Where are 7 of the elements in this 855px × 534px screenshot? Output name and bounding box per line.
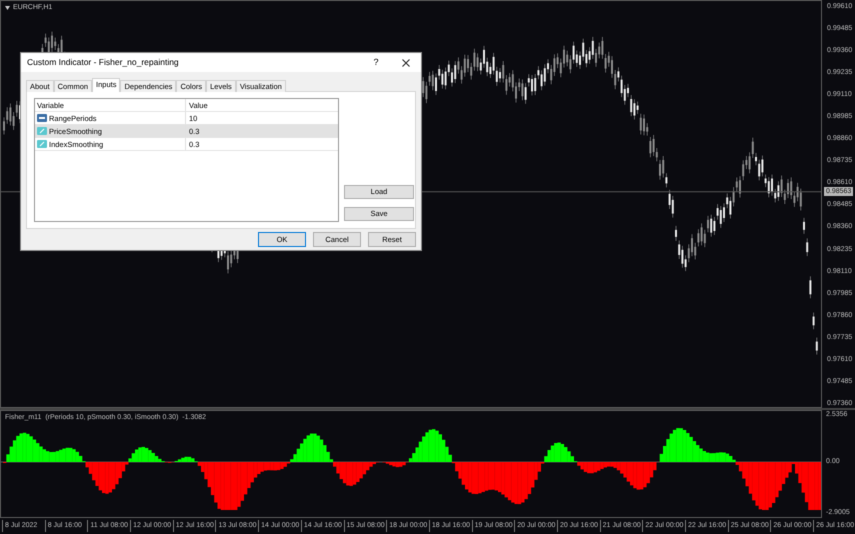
fraction-type-icon [37, 140, 47, 148]
integer-type-icon [37, 114, 47, 122]
dropdown-icon[interactable] [5, 6, 10, 10]
help-button[interactable]: ? [361, 56, 391, 70]
fraction-type-icon [37, 127, 47, 135]
close-icon[interactable] [402, 58, 410, 66]
dialog-title: Custom Indicator - Fisher_no_repainting [27, 56, 179, 69]
